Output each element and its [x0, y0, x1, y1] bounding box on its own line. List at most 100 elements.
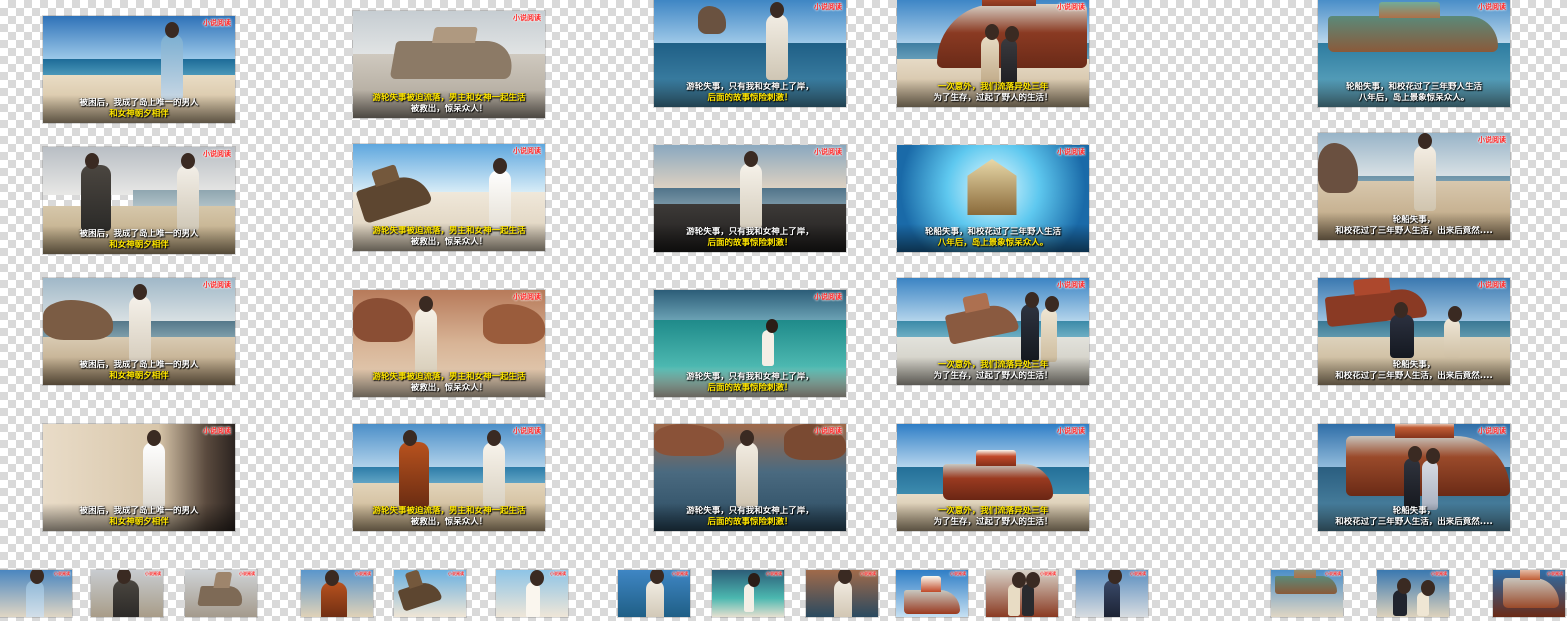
caption-line-2: 和校花过了三年野人生活，出来后竟然....	[1335, 371, 1493, 381]
caption-line-1: 游轮失事，只有我和女神上了岸，	[686, 506, 814, 516]
channel-badge: 小说阅读	[239, 571, 255, 576]
thumbnail-card[interactable]: 小说阅读 游轮失事，只有我和女神上了岸， 后面的故事惊险刺激！	[654, 0, 846, 107]
thumbnail-card[interactable]: 小说阅读 一次意外，我们流落异处三年 为了生存，过起了野人的生活！	[897, 0, 1089, 107]
caption-line-1: 轮船失事，和校花过了三年野人生活	[924, 227, 1061, 237]
caption-line-1: 轮船失事，	[1392, 215, 1436, 225]
caption-line-1: 游轮失事，只有我和女神上了岸，	[686, 227, 814, 237]
caption-line-2: 被救出，惊呆众人！	[410, 517, 488, 527]
strip-thumbnail[interactable]: 小说阅读	[986, 570, 1058, 617]
thumbnail-card[interactable]: 小说阅读 游轮失事被迫流落，男主和女神一起生活 被救出，惊呆众人！	[353, 144, 545, 251]
thumbnail-card[interactable]: 小说阅读 游轮失事，只有我和女神上了岸， 后面的故事惊险刺激！	[654, 145, 846, 252]
thumbnail-card[interactable]: 小说阅读 游轮失事被迫流落，男主和女神一起生活 被救出，惊呆众人！	[353, 424, 545, 531]
caption: 游轮失事，只有我和女神上了岸， 后面的故事惊险刺激！	[654, 503, 846, 531]
channel-badge: 小说阅读	[1325, 571, 1341, 576]
channel-badge: 小说阅读	[1040, 571, 1056, 576]
channel-badge: 小说阅读	[1478, 427, 1506, 435]
thumbnail-card[interactable]: 小说阅读 被困后，我成了岛上唯一的男人 和女神朝夕相伴	[43, 147, 235, 254]
thumbnail-card[interactable]: 小说阅读 轮船失事，和校花过了三年野人生活 八年后，岛上景象惊呆众人。	[897, 145, 1089, 252]
channel-badge: 小说阅读	[766, 571, 782, 576]
thumbnail-card[interactable]: 小说阅读 轮船失事， 和校花过了三年野人生活，出来后竟然....	[1318, 278, 1510, 385]
thumbnail-card[interactable]: 小说阅读 轮船失事， 和校花过了三年野人生活，出来后竟然....	[1318, 133, 1510, 240]
strip-thumbnail[interactable]: 小说阅读	[806, 570, 878, 617]
strip-thumbnail[interactable]: 小说阅读	[1076, 570, 1148, 617]
strip-thumbnail[interactable]: 小说阅读	[1377, 570, 1449, 617]
strip-thumbnail[interactable]: 小说阅读	[712, 570, 784, 617]
channel-badge: 小说阅读	[1547, 571, 1563, 576]
caption: 轮船失事， 和校花过了三年野人生活，出来后竟然....	[1318, 212, 1510, 240]
thumbnail-card[interactable]: 小说阅读 游轮失事被迫流落，男主和女神一起生活 被救出，惊呆众人！	[353, 11, 545, 118]
caption-line-1: 游轮失事被迫流落，男主和女神一起生活	[372, 226, 526, 236]
channel-badge: 小说阅读	[513, 293, 541, 301]
caption: 被困后，我成了岛上唯一的男人 和女神朝夕相伴	[43, 503, 235, 531]
caption-line-1: 被困后，我成了岛上唯一的男人	[79, 506, 199, 516]
strip-sitting-couple-image	[1377, 570, 1449, 617]
channel-badge: 小说阅读	[1431, 571, 1447, 576]
caption: 一次意外，我们流落异处三年 为了生存，过起了野人的生活！	[897, 79, 1089, 107]
strip-portrait-image	[0, 570, 72, 617]
caption-line-2: 后面的故事惊险刺激！	[707, 238, 793, 248]
strip-thumbnail[interactable]: 小说阅读	[301, 570, 373, 617]
channel-badge: 小说阅读	[145, 571, 161, 576]
channel-badge: 小说阅读	[513, 427, 541, 435]
strip-thumbnail[interactable]: 小说阅读	[0, 570, 72, 617]
caption-line-2: 为了生存，过起了野人的生活！	[933, 517, 1053, 527]
strip-lagoon-image	[712, 570, 784, 617]
caption-line-1: 游轮失事被迫流落，男主和女神一起生活	[372, 506, 526, 516]
channel-badge: 小说阅读	[1478, 3, 1506, 11]
thumbnail-card[interactable]: 小说阅读 一次意外，我们流落异处三年 为了生存，过起了野人的生活！	[897, 424, 1089, 531]
caption: 一次意外，我们流落异处三年 为了生存，过起了野人的生活！	[897, 357, 1089, 385]
thumbnail-card[interactable]: 小说阅读 被困后，我成了岛上唯一的男人 和女神朝夕相伴	[43, 16, 235, 123]
thumbnail-card[interactable]: 小说阅读 游轮失事，只有我和女神上了岸， 后面的故事惊险刺激！	[654, 424, 846, 531]
strip-couple-ship-image	[986, 570, 1058, 617]
caption: 被困后，我成了岛上唯一的男人 和女神朝夕相伴	[43, 95, 235, 123]
thumbnail-card[interactable]: 小说阅读 轮船失事，和校花过了三年野人生活 八年后，岛上景象惊呆众人。	[1318, 0, 1510, 107]
thumbnail-card[interactable]: 小说阅读 轮船失事， 和校花过了三年野人生活，出来后竟然....	[1318, 424, 1510, 531]
caption-line-1: 轮船失事，和校花过了三年野人生活	[1345, 82, 1482, 92]
thumbnail-card[interactable]: 小说阅读 被困后，我成了岛上唯一的男人 和女神朝夕相伴	[43, 278, 235, 385]
caption-line-2: 和校花过了三年野人生活，出来后竟然....	[1335, 517, 1493, 527]
caption: 一次意外，我们流落异处三年 为了生存，过起了野人的生活！	[897, 503, 1089, 531]
caption-line-1: 被困后，我成了岛上唯一的男人	[79, 98, 199, 108]
caption-line-2: 八年后，岛上景象惊呆众人。	[937, 238, 1049, 248]
caption-line-1: 被困后，我成了岛上唯一的男人	[79, 229, 199, 239]
caption-line-2: 和女神朝夕相伴	[109, 240, 169, 250]
strip-dark-dress-image	[1076, 570, 1148, 617]
strip-thumbnail[interactable]: 小说阅读	[896, 570, 968, 617]
channel-badge: 小说阅读	[203, 281, 231, 289]
strip-sea-portrait-image	[618, 570, 690, 617]
channel-badge: 小说阅读	[814, 293, 842, 301]
channel-badge: 小说阅读	[1057, 281, 1085, 289]
caption-line-2: 和女神朝夕相伴	[109, 371, 169, 381]
strip-thumbnail[interactable]: 小说阅读	[618, 570, 690, 617]
strip-white-dress-image	[496, 570, 568, 617]
strip-thumbnail[interactable]: 小说阅读	[185, 570, 257, 617]
channel-badge: 小说阅读	[1057, 3, 1085, 11]
caption-line-2: 后面的故事惊险刺激！	[707, 517, 793, 527]
channel-badge: 小说阅读	[550, 571, 566, 576]
strip-thumbnail[interactable]: 小说阅读	[1493, 570, 1565, 617]
caption-line-1: 游轮失事被迫流落，男主和女神一起生活	[372, 93, 526, 103]
thumbnail-card[interactable]: 小说阅读 游轮失事被迫流落，男主和女神一起生活 被救出，惊呆众人！	[353, 290, 545, 397]
caption-line-2: 八年后，岛上景象惊呆众人。	[1358, 93, 1470, 103]
caption-line-2: 为了生存，过起了野人的生活！	[933, 371, 1053, 381]
caption-line-2: 和女神朝夕相伴	[109, 109, 169, 119]
caption: 游轮失事被迫流落，男主和女神一起生活 被救出，惊呆众人！	[353, 369, 545, 397]
caption: 轮船失事， 和校花过了三年野人生活，出来后竟然....	[1318, 503, 1510, 531]
thumbnail-card[interactable]: 小说阅读 被困后，我成了岛上唯一的男人 和女神朝夕相伴	[43, 424, 235, 531]
caption-line-2: 后面的故事惊险刺激！	[707, 383, 793, 393]
caption-line-2: 后面的故事惊险刺激！	[707, 93, 793, 103]
caption-line-2: 被救出，惊呆众人！	[410, 237, 488, 247]
channel-badge: 小说阅读	[814, 148, 842, 156]
channel-badge: 小说阅读	[672, 571, 688, 576]
thumbnail-card[interactable]: 小说阅读 一次意外，我们流落异处三年 为了生存，过起了野人的生活！	[897, 278, 1089, 385]
channel-badge: 小说阅读	[513, 147, 541, 155]
strip-thumbnail[interactable]: 小说阅读	[394, 570, 466, 617]
strip-thumbnail[interactable]: 小说阅读	[496, 570, 568, 617]
strip-thumbnail[interactable]: 小说阅读	[1271, 570, 1343, 617]
caption-line-1: 游轮失事，只有我和女神上了岸，	[686, 372, 814, 382]
caption-line-1: 一次意外，我们流落异处三年	[937, 82, 1049, 92]
channel-badge: 小说阅读	[203, 427, 231, 435]
strip-thumbnail[interactable]: 小说阅读	[91, 570, 163, 617]
caption: 轮船失事， 和校花过了三年野人生活，出来后竟然....	[1318, 357, 1510, 385]
thumbnail-card[interactable]: 小说阅读 游轮失事，只有我和女神上了岸， 后面的故事惊险刺激！	[654, 290, 846, 397]
